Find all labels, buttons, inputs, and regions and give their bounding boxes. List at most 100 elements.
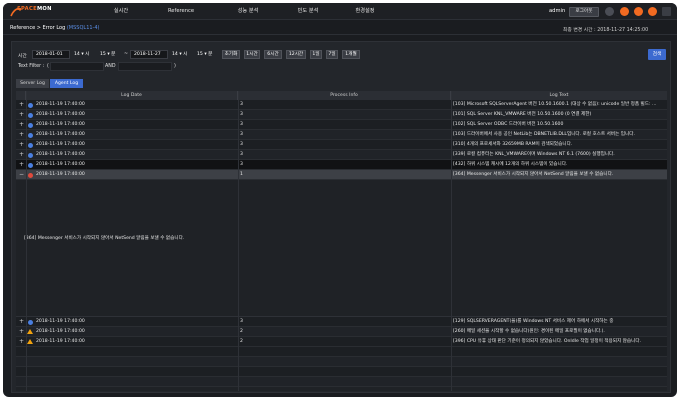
text-filter-input-1[interactable] [50, 62, 104, 71]
expand-toggle-icon[interactable]: + [19, 327, 24, 337]
nav-performance[interactable]: 성능 분석 [227, 3, 269, 20]
from-hour-select[interactable]: 14 ▾ 시 [74, 50, 89, 59]
to-hour-select[interactable]: 14 ▾ 시 [172, 50, 187, 59]
column-divider [451, 91, 452, 391]
expand-toggle-icon[interactable]: + [19, 317, 24, 327]
quick-7d-button[interactable]: 7일 [326, 50, 338, 59]
log-grid: Log Date Process Info Log Text +2018-11-… [16, 91, 667, 391]
empty-row [16, 377, 667, 387]
grid-header: Log Date Process Info Log Text [16, 91, 667, 100]
expand-toggle-icon[interactable]: + [19, 120, 24, 130]
search-button[interactable]: 검색 [648, 49, 666, 60]
log-text-cell: [364] Messenger 서비스가 시작되지 않아서 NetSend 알림… [453, 172, 614, 177]
info-level-icon [28, 122, 33, 128]
menu-icon[interactable] [662, 7, 671, 16]
tab-agent-log[interactable]: Agent Log [50, 79, 83, 88]
nav-settings[interactable]: 환경설정 [342, 3, 388, 20]
table-row[interactable]: +2018-11-19 17:40:00 3 [101] SQL Server KN… [16, 110, 667, 120]
to-min-select[interactable]: 15 ▾ 분 [197, 50, 212, 59]
table-row[interactable]: +2018-11-19 17:40:00 3 [339] 로컬 컴퓨터는 KNL_V… [16, 150, 667, 160]
process-info-cell: 3 [240, 132, 243, 137]
process-info-cell: 3 [240, 112, 243, 117]
error-log-panel: 시간 2018-01-01 14 ▾ 시 15 ▾ 분 ~ 2018-11-27… [11, 41, 671, 393]
quick-1d-button[interactable]: 1일 [310, 50, 322, 59]
log-date-cell: 2018-11-19 17:40:00 [36, 152, 85, 157]
table-row[interactable]: − 2018-11-19 17:40:00 1 [364] Messenger 서비스… [16, 170, 667, 180]
header-process-info[interactable]: Process Info [238, 91, 451, 100]
process-info-cell: 3 [240, 122, 243, 127]
table-row[interactable]: +2018-11-19 17:40:00 3 [129] SQLSERVERAGEN… [16, 317, 667, 327]
log-date-cell: 2018-11-19 17:40:00 [36, 339, 85, 344]
log-text-cell: [103] Microsoft SQLServerAgent 버전 10.50.… [453, 102, 657, 107]
log-text-cell: [103] 드라이버에서 사용 공인 NetLib는 DBNETLIB.DLL입… [453, 132, 635, 137]
expand-toggle-icon[interactable]: − [19, 170, 24, 180]
expand-toggle-icon[interactable]: + [19, 337, 24, 347]
table-row[interactable]: +2018-11-19 17:40:00 2 [396] CPU 유휴 상태 판단 … [16, 337, 667, 347]
empty-row [16, 367, 667, 377]
tab-server-log[interactable]: Server Log [16, 79, 49, 88]
process-info-cell: 3 [240, 102, 243, 107]
table-row[interactable]: +2018-11-19 17:40:00 3 [103] 드라이버에서 사용 공인 … [16, 130, 667, 140]
expand-toggle-icon[interactable]: + [19, 160, 24, 170]
user-icon[interactable] [620, 7, 629, 16]
from-min-select[interactable]: 15 ▾ 분 [100, 50, 115, 59]
log-text-cell: [102] SQL Server ODBC 드라이버 버전 10.50.1600 [453, 122, 564, 127]
text-filter-input-2[interactable] [118, 62, 172, 71]
expand-toggle-icon[interactable]: + [19, 140, 24, 150]
breadcrumb-bar: Reference > Error Log (MSSQL11-4) 최종 변경 … [3, 21, 677, 35]
quick-6h-button[interactable]: 6시간 [264, 50, 282, 59]
last-change-time: 최종 변경 시간 : 2018-11-27 14:25:00 [563, 28, 649, 33]
from-hour-value: 14 [74, 52, 80, 57]
log-date-cell: 2018-11-19 17:40:00 [36, 142, 85, 147]
quick-1h-button[interactable]: 1시간 [244, 50, 260, 59]
log-date-cell: 2018-11-19 17:40:00 [36, 162, 85, 167]
quick-1m-button[interactable]: 1개월 [342, 50, 360, 59]
process-info-cell: 2 [240, 329, 243, 334]
header-log-date[interactable]: Log Date [26, 91, 238, 100]
error-level-icon [28, 172, 33, 178]
to-min-unit: 분 [208, 52, 213, 57]
column-divider [26, 91, 27, 391]
process-info-cell: 3 [240, 152, 243, 157]
expand-toggle-icon[interactable]: + [19, 150, 24, 160]
log-date-cell: 2018-11-19 17:40:00 [36, 329, 85, 334]
expand-toggle-icon[interactable]: + [19, 100, 24, 110]
process-info-cell: 3 [240, 162, 243, 167]
logo-prefix: SPACE [17, 6, 37, 12]
detail-text: [364] Messenger 서비스가 시작되지 않아서 NetSend 알림… [24, 236, 185, 241]
settings-icon[interactable] [634, 7, 643, 16]
breadcrumb: Reference > Error Log (MSSQL11-4) [10, 25, 100, 31]
top-navigation-bar: SPACEMON 실시간 Reference 성능 분석 빈도 분석 환경설정 … [3, 3, 677, 20]
header-log-text[interactable]: Log Text [451, 91, 667, 100]
text-filter-label: Text Filter : [18, 64, 45, 69]
nav-reference[interactable]: Reference [160, 3, 202, 20]
range-separator: ~ [124, 52, 129, 57]
expand-toggle-icon[interactable]: + [19, 130, 24, 140]
logout-button[interactable]: 로그아웃 [569, 7, 599, 17]
info-level-icon [28, 112, 33, 118]
info-level-icon [28, 102, 33, 108]
table-row[interactable]: +2018-11-19 17:40:00 3 [310] 4개의 프로세서와 326… [16, 140, 667, 150]
table-row[interactable]: +2018-11-19 17:40:00 3 [102] SQL Server OD… [16, 120, 667, 130]
breadcrumb-path[interactable]: Reference > Error Log [10, 25, 65, 31]
log-date-cell: 2018-11-19 17:40:00 [36, 132, 85, 137]
reset-button[interactable]: 초기화 [222, 50, 240, 59]
from-date-input[interactable]: 2018-01-01 [32, 50, 70, 59]
process-info-cell: 3 [240, 142, 243, 147]
logo-wordmark: SPACEMON [17, 6, 52, 12]
table-row[interactable]: +2018-11-19 17:40:00 3 [103] Microsoft SQL… [16, 100, 667, 110]
to-date-input[interactable]: 2018-11-27 [130, 50, 168, 59]
process-info-cell: 3 [240, 319, 243, 324]
info-level-icon [28, 152, 33, 158]
nav-realtime[interactable]: 실시간 [103, 3, 139, 20]
power-icon[interactable] [648, 7, 657, 16]
table-row[interactable]: +2018-11-19 17:40:00 3 [432] 하위 시스템 캐시에 12… [16, 160, 667, 170]
process-info-cell: 1 [240, 172, 243, 177]
grid-view-icon[interactable] [605, 7, 614, 16]
quick-12h-button[interactable]: 12시간 [286, 50, 306, 59]
nav-frequency[interactable]: 빈도 분석 [287, 3, 329, 20]
expand-toggle-icon[interactable]: + [19, 110, 24, 120]
breadcrumb-target[interactable]: (MSSQL11-4) [67, 25, 100, 31]
table-row[interactable]: +2018-11-19 17:40:00 2 [260] 메일 세션을 시작할 수 … [16, 327, 667, 337]
column-divider [238, 91, 239, 391]
